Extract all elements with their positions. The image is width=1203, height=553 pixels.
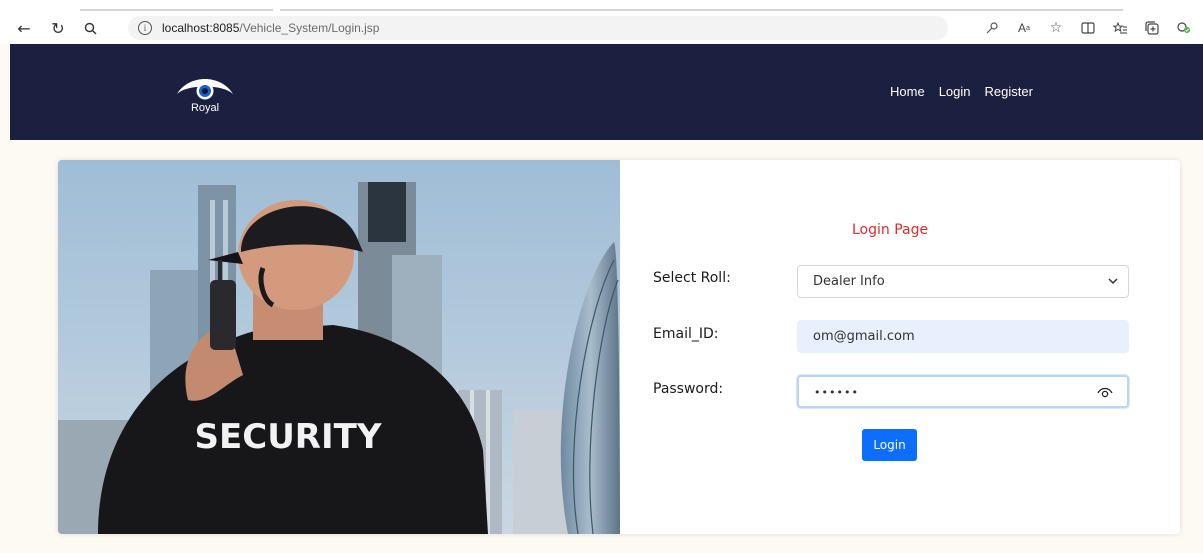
logo-text: Royal [190,102,220,114]
favorite-star-icon[interactable]: ☆ [1045,16,1067,40]
back-icon[interactable]: ← [12,16,36,40]
login-card: SECURITY Login Page Select Roll: Dealer … [58,160,1180,534]
email-input[interactable]: om@gmail.com [797,320,1129,353]
tab-divider [280,9,1123,11]
security-guard-illustration: SECURITY [58,160,620,534]
browser-toolbar: ← ↻ i localhost:8085/Vehicle_System/Logi… [0,12,1203,44]
address-bar[interactable]: i localhost:8085/Vehicle_System/Login.js… [128,16,948,40]
favorites-list-icon[interactable] [1109,16,1131,40]
password-masked-value: •••••• [814,386,859,399]
password-label: Password: [653,381,724,397]
collections-icon[interactable] [1141,16,1163,40]
login-button[interactable]: Login [862,429,917,461]
eye-logo-icon [177,79,233,100]
tab-divider [80,9,273,11]
role-select[interactable]: Dealer Info [797,265,1129,298]
nav-register[interactable]: Register [985,84,1033,99]
search-icon[interactable] [78,16,102,40]
email-input-value: om@gmail.com [813,329,915,344]
chevron-down-icon [1108,275,1118,288]
nav-home[interactable]: Home [890,84,925,99]
key-icon[interactable] [981,16,1003,40]
jacket-security-text: SECURITY [195,417,382,457]
browser-right-tools: Aa ☆ [981,16,1195,40]
password-input[interactable]: •••••• [797,375,1129,408]
site-info-icon[interactable]: i [138,21,152,35]
read-aloud-icon[interactable]: Aa [1013,16,1035,40]
role-select-value: Dealer Info [813,274,885,289]
url-host: localhost:8085 [162,21,240,35]
show-password-eye-icon[interactable] [1097,385,1113,399]
main-nav: Home Login Register [890,84,1033,99]
extensions-icon[interactable] [1173,16,1195,40]
select-role-label: Select Roll: [653,270,731,286]
browser-tab-strip [0,0,1203,12]
royal-logo[interactable]: Royal [173,72,237,122]
login-page-title: Login Page [852,222,929,238]
login-form: Login Page Select Roll: Dealer Info Emai… [620,160,1180,534]
split-screen-icon[interactable] [1077,16,1099,40]
security-hero-image: SECURITY [58,160,620,534]
site-header: Royal Home Login Register [10,44,1203,140]
refresh-icon[interactable]: ↻ [46,16,70,40]
nav-login[interactable]: Login [939,84,971,99]
url-path: /Vehicle_System/Login.jsp [239,21,380,35]
email-label: Email_ID: [653,326,719,342]
